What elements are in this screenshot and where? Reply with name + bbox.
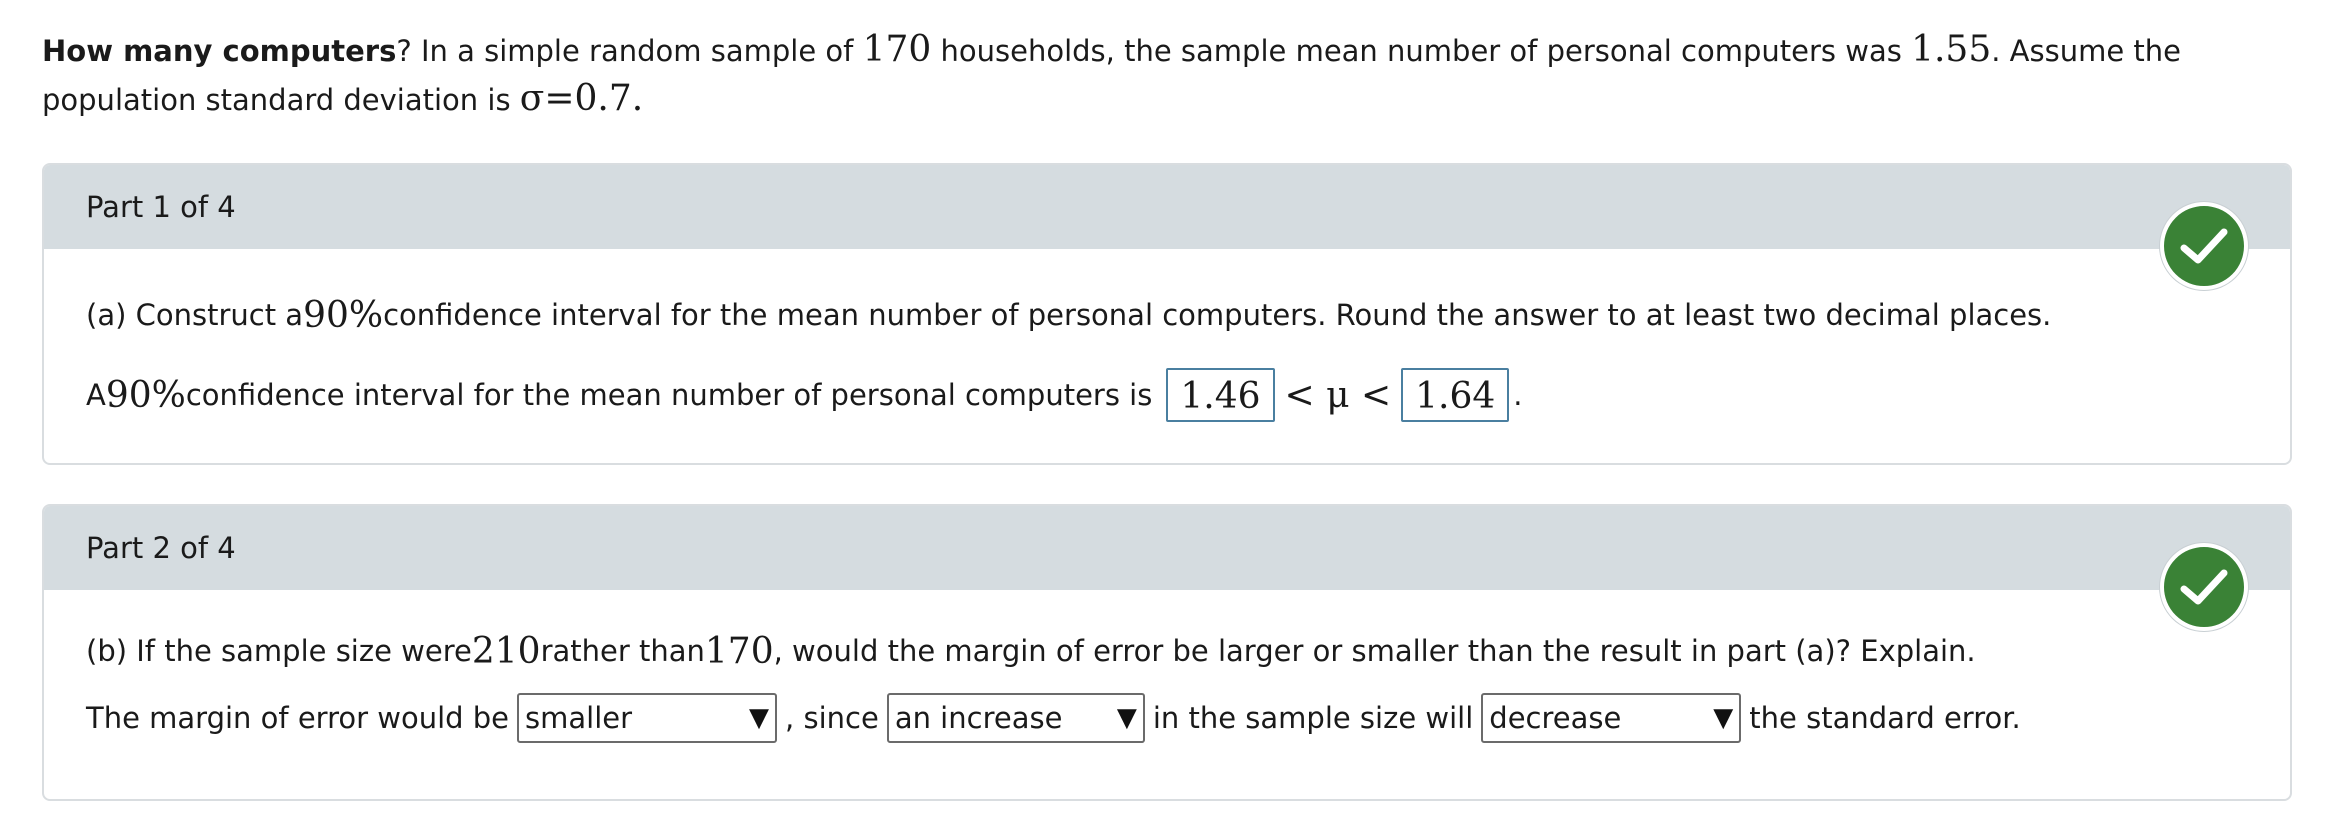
triangle-down-icon: ▼	[1116, 703, 1137, 733]
question-text: (a) Construct a	[86, 298, 304, 332]
part-2-header: Part 2 of 4	[44, 506, 2290, 590]
select-value: smaller	[525, 701, 633, 735]
answer-text: , since	[785, 701, 879, 735]
part-2-answer: The margin of error would be smaller ▼ ,…	[86, 690, 2021, 746]
part-2-panel: Part 2 of 4 (b) If the sample size were …	[42, 504, 2292, 801]
check-icon	[2160, 543, 2248, 631]
answer-period: .	[1513, 378, 1523, 412]
population-sd: σ=0.7	[519, 78, 632, 119]
select-value: an increase	[894, 701, 1063, 735]
answer-text: in the sample size will	[1152, 701, 1474, 735]
select-value: decrease	[1489, 701, 1622, 735]
answer-text: confidence interval for the mean number …	[185, 378, 1153, 412]
part-1-panel: Part 1 of 4 (a) Construct a 90% confiden…	[42, 163, 2292, 465]
part-1-header: Part 1 of 4	[44, 165, 2290, 249]
question-text: rather than	[540, 634, 705, 668]
part-1-title: Part 1 of 4	[86, 190, 236, 224]
lower-bound-input[interactable]: 1.46	[1166, 368, 1275, 422]
question-text: confidence interval for the mean number …	[383, 298, 2052, 332]
part-2-question: (b) If the sample size were 210 rather t…	[86, 621, 1976, 681]
intro-text: households, the sample mean number of pe…	[931, 34, 1912, 68]
confidence-level: 90%	[303, 294, 384, 336]
mu-inequality: < μ <	[1284, 374, 1392, 416]
answer-text: A	[86, 378, 106, 412]
check-icon	[2160, 202, 2248, 290]
sample-size: 170	[862, 29, 932, 70]
upper-bound-input[interactable]: 1.64	[1401, 368, 1510, 422]
intro-period: .	[631, 78, 644, 119]
question-text: , would the margin of error be larger or…	[773, 634, 1976, 668]
triangle-down-icon: ▼	[1713, 703, 1734, 733]
part-1-question: (a) Construct a 90% confidence interval …	[86, 285, 2051, 345]
margin-of-error-select[interactable]: smaller ▼	[517, 693, 778, 743]
part-1-answer: A 90% confidence interval for the mean n…	[86, 365, 1523, 425]
sample-size-change-select[interactable]: an increase ▼	[886, 693, 1145, 743]
confidence-level: 90%	[105, 374, 186, 416]
question-text: (b) If the sample size were	[86, 634, 472, 668]
answer-text: The margin of error would be	[86, 701, 510, 735]
standard-error-effect-select[interactable]: decrease ▼	[1481, 693, 1742, 743]
part-2-title: Part 2 of 4	[86, 531, 236, 565]
title-punctuation: ?	[396, 34, 412, 68]
problem-statement: How many computers? In a simple random s…	[42, 26, 2292, 124]
problem-title: How many computers	[42, 34, 397, 68]
new-sample-size: 210	[471, 630, 541, 672]
answer-text: the standard error.	[1749, 701, 2021, 735]
intro-text: In a simple random sample of	[411, 34, 863, 68]
original-sample-size: 170	[704, 630, 774, 672]
sample-mean: 1.55	[1911, 29, 1992, 70]
triangle-down-icon: ▼	[749, 703, 770, 733]
